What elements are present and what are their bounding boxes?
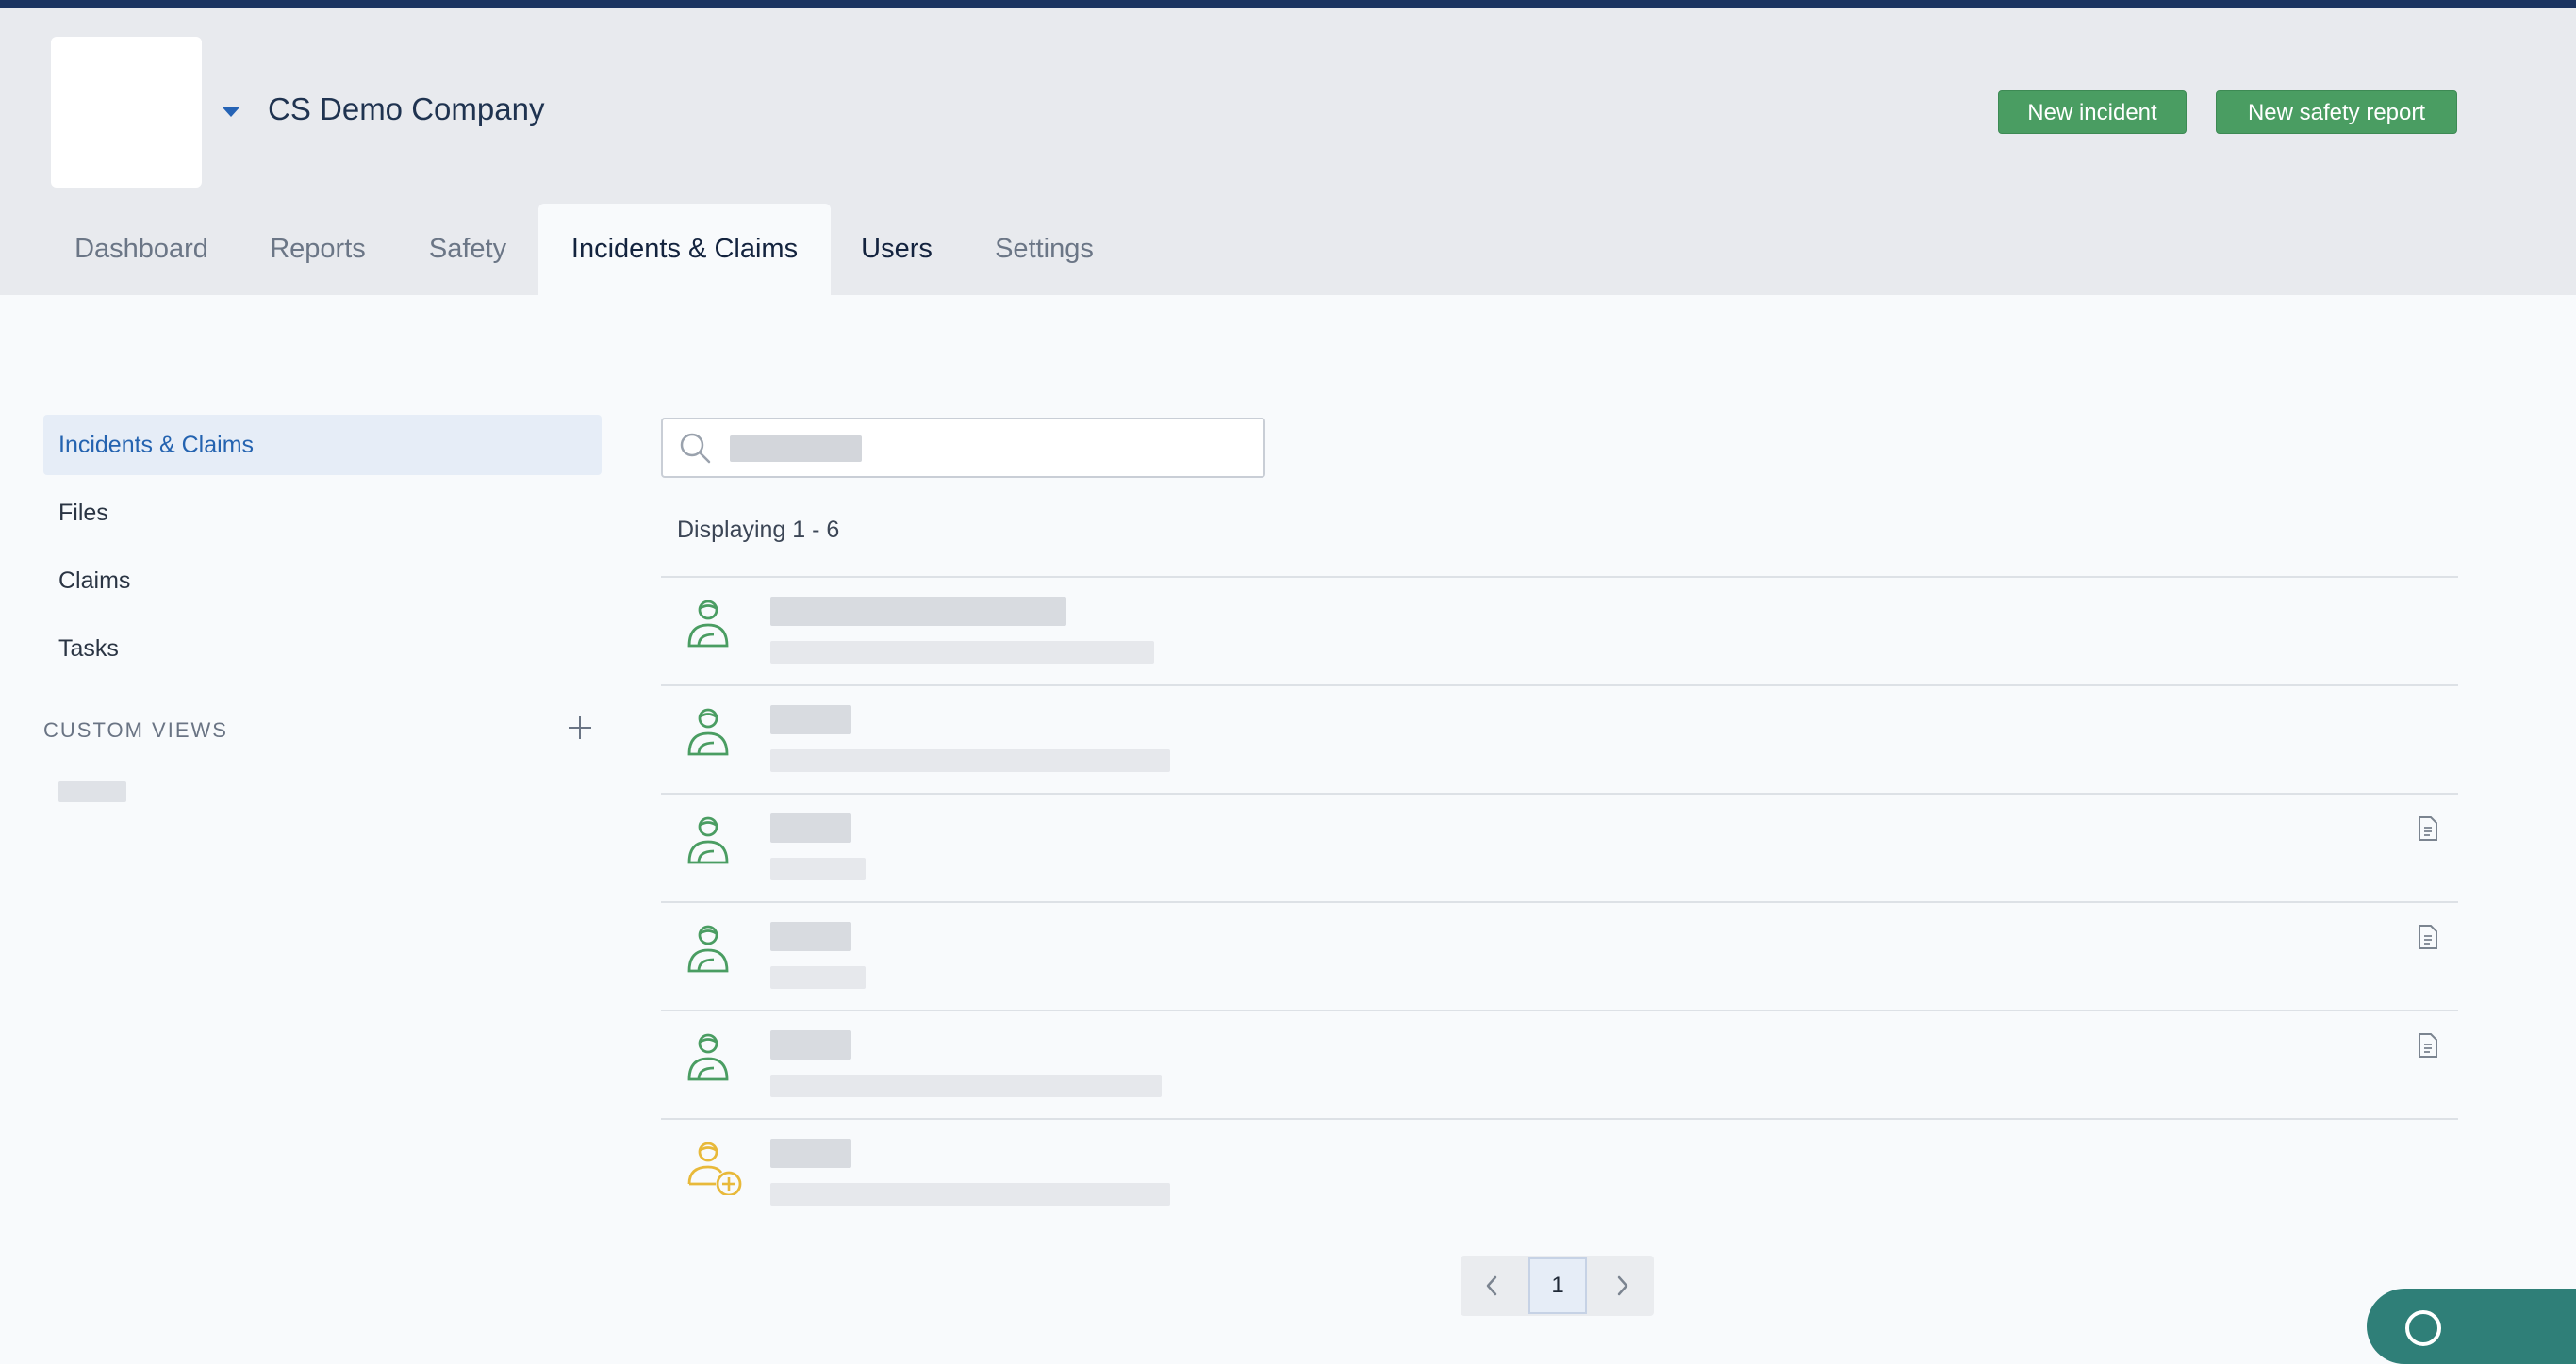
results-count: Displaying 1 - 6 bbox=[677, 517, 840, 543]
company-name[interactable]: CS Demo Company bbox=[268, 91, 544, 127]
pagination: 1 bbox=[1461, 1256, 1654, 1316]
company-dropdown-caret-icon[interactable] bbox=[223, 107, 239, 117]
list-item[interactable] bbox=[661, 901, 2458, 1010]
list-item[interactable] bbox=[661, 1010, 2458, 1118]
injured-worker-icon bbox=[687, 925, 729, 973]
sidebar-item-claims[interactable]: Claims bbox=[43, 551, 602, 611]
list-item[interactable] bbox=[661, 1118, 2458, 1226]
tab-incidents-claims[interactable]: Incidents & Claims bbox=[538, 204, 831, 295]
row-title-placeholder bbox=[770, 597, 1066, 626]
sidebar-item-tasks[interactable]: Tasks bbox=[43, 618, 602, 679]
tab-users[interactable]: Users bbox=[849, 204, 945, 295]
row-title-placeholder bbox=[770, 1030, 851, 1060]
tab-reports[interactable]: Reports bbox=[256, 204, 379, 295]
injured-worker-plus-icon bbox=[687, 1142, 742, 1195]
document-icon[interactable] bbox=[2417, 1032, 2439, 1059]
tab-settings[interactable]: Settings bbox=[981, 204, 1108, 295]
list-item[interactable] bbox=[661, 793, 2458, 901]
page-number-button[interactable]: 1 bbox=[1528, 1257, 1587, 1314]
search-placeholder bbox=[730, 435, 862, 462]
list-item[interactable] bbox=[661, 576, 2458, 684]
sidebar-item-files[interactable]: Files bbox=[43, 483, 602, 543]
injured-worker-icon bbox=[687, 708, 729, 756]
injured-worker-icon bbox=[687, 816, 729, 864]
row-subtitle-placeholder bbox=[770, 858, 866, 880]
row-title-placeholder bbox=[770, 1139, 851, 1168]
custom-views-heading: CUSTOM VIEWS bbox=[43, 718, 228, 742]
row-subtitle-placeholder bbox=[770, 641, 1154, 664]
injured-worker-icon bbox=[687, 1033, 729, 1081]
header: CS Demo Company New incident New safety … bbox=[0, 8, 2576, 295]
new-safety-report-button[interactable]: New safety report bbox=[2216, 90, 2457, 134]
document-icon[interactable] bbox=[2417, 815, 2439, 842]
list-item[interactable] bbox=[661, 684, 2458, 793]
row-subtitle-placeholder bbox=[770, 1075, 1162, 1097]
injured-worker-icon bbox=[687, 600, 729, 648]
company-logo[interactable] bbox=[51, 37, 202, 188]
help-button[interactable] bbox=[2367, 1289, 2576, 1364]
add-custom-view-icon[interactable] bbox=[566, 714, 594, 742]
search-input[interactable] bbox=[661, 418, 1265, 478]
chevron-right-icon[interactable] bbox=[1592, 1256, 1654, 1316]
row-title-placeholder bbox=[770, 813, 851, 843]
chevron-left-icon[interactable] bbox=[1461, 1256, 1523, 1316]
tab-safety[interactable]: Safety bbox=[411, 204, 524, 295]
row-subtitle-placeholder bbox=[770, 966, 866, 989]
row-subtitle-placeholder bbox=[770, 749, 1170, 772]
document-icon[interactable] bbox=[2417, 924, 2439, 950]
row-title-placeholder bbox=[770, 705, 851, 734]
help-icon bbox=[2405, 1310, 2441, 1346]
row-subtitle-placeholder bbox=[770, 1183, 1170, 1206]
sidebar-item-incidents-claims[interactable]: Incidents & Claims bbox=[43, 415, 602, 475]
search-icon bbox=[680, 433, 711, 464]
custom-view-item[interactable] bbox=[58, 781, 126, 802]
top-accent-bar bbox=[0, 0, 2576, 8]
tab-dashboard[interactable]: Dashboard bbox=[57, 204, 226, 295]
row-title-placeholder bbox=[770, 922, 851, 951]
new-incident-button[interactable]: New incident bbox=[1998, 90, 2187, 134]
